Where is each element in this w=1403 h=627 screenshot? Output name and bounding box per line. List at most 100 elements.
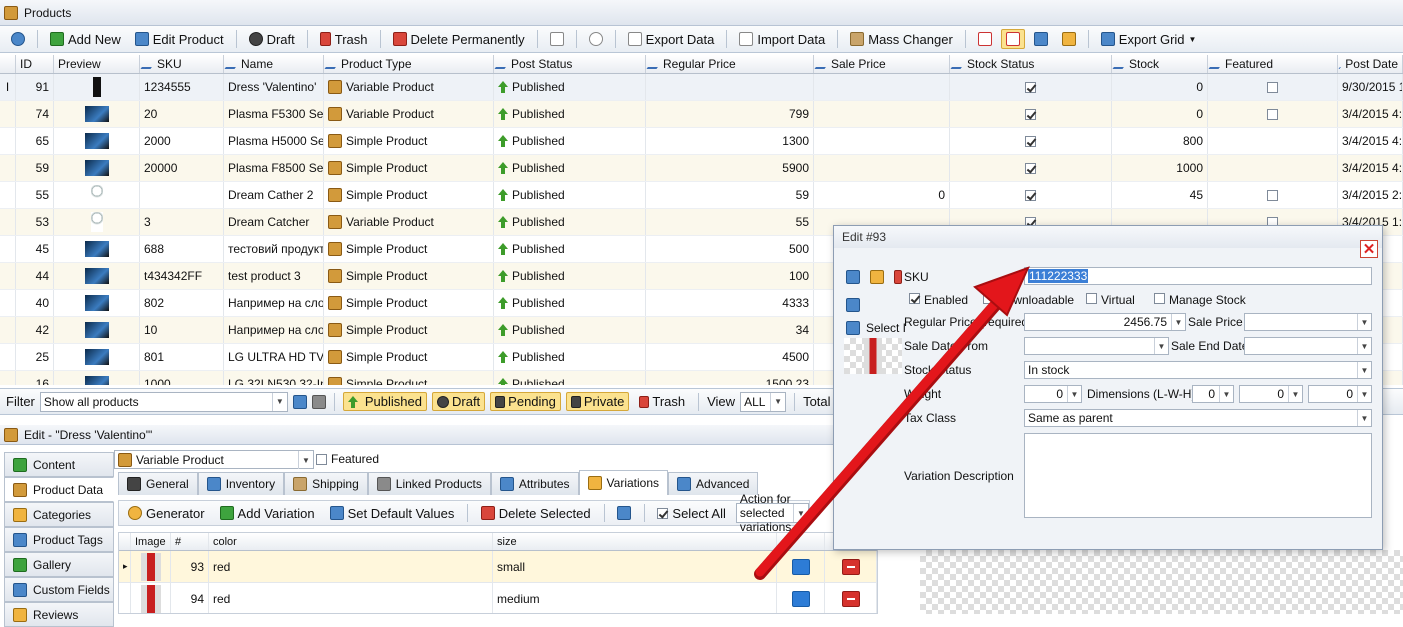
table-cell[interactable]	[54, 317, 140, 343]
table-cell[interactable]	[140, 182, 224, 208]
column-header-stock[interactable]: Stock	[1112, 55, 1208, 73]
column-header-name[interactable]: Name	[224, 55, 324, 73]
table-cell[interactable]: 40	[16, 290, 54, 316]
tab-inventory[interactable]: Inventory	[197, 472, 285, 495]
table-cell[interactable]: Published	[494, 101, 646, 127]
column-header-sku[interactable]: SKU	[140, 55, 224, 73]
table-cell[interactable]: 801	[140, 344, 224, 370]
variation-cell[interactable]: ▸	[119, 551, 131, 582]
table-cell[interactable]	[54, 128, 140, 154]
table-cell[interactable]	[1208, 101, 1338, 127]
featured-checkbox[interactable]: Featured	[316, 452, 379, 466]
table-cell[interactable]	[54, 74, 140, 100]
table-cell[interactable]: Например на словс	[224, 290, 324, 316]
select-image-icon[interactable]	[846, 321, 860, 335]
side-tab-custom-fields[interactable]: Custom Fields	[4, 577, 114, 602]
copy-icon[interactable]	[846, 270, 860, 284]
table-cell[interactable]	[950, 155, 1112, 181]
delete-icon[interactable]	[894, 270, 902, 284]
column-header-regular-price[interactable]: Regular Price	[646, 55, 814, 73]
close-button[interactable]: ✕	[1360, 240, 1378, 258]
set-image-icon[interactable]	[846, 298, 860, 312]
columns-button[interactable]	[545, 29, 569, 49]
variation-cell[interactable]: medium	[493, 583, 777, 613]
table-cell[interactable]	[0, 128, 16, 154]
table-cell[interactable]	[0, 236, 16, 262]
table-row[interactable]: I 91 1234555 Dress 'Valentino' Variable Prod…	[0, 74, 1403, 101]
bulk-action-select[interactable]: Action for selected variations ▼	[735, 492, 809, 534]
table-cell[interactable]	[814, 155, 950, 181]
trash-button[interactable]: Trash	[315, 29, 373, 50]
stock-status-select[interactable]: In stock ▼	[1024, 361, 1372, 379]
table-cell[interactable]: Simple Product	[324, 155, 494, 181]
variation-cell[interactable]	[777, 583, 825, 613]
stock_status-checkbox[interactable]	[1025, 162, 1036, 174]
delete-variation-button[interactable]	[841, 590, 860, 607]
table-cell[interactable]: 3/4/2015 4:09	[1338, 155, 1403, 181]
table-cell[interactable]	[54, 290, 140, 316]
table-cell[interactable]	[0, 290, 16, 316]
stock_status-checkbox[interactable]	[1025, 189, 1036, 201]
table-cell[interactable]	[0, 263, 16, 289]
featured-check[interactable]	[316, 453, 327, 465]
table-cell[interactable]: 802	[140, 290, 224, 316]
table-cell[interactable]: Simple Product	[324, 290, 494, 316]
table-cell[interactable]: 1000	[1112, 155, 1208, 181]
regular-price-input[interactable]: 2456.75 ▼	[1024, 313, 1186, 331]
side-tab-product-tags[interactable]: Product Tags	[4, 527, 114, 552]
column-header-indicator[interactable]	[0, 55, 16, 73]
table-cell[interactable]	[814, 128, 950, 154]
tax-class-select[interactable]: Same as parent ▼	[1024, 409, 1372, 427]
side-tab-product-data[interactable]: Product Data	[4, 477, 114, 502]
table-cell[interactable]: 20	[140, 101, 224, 127]
length-input[interactable]: 0 ▼	[1192, 385, 1234, 403]
table-cell[interactable]: Published	[494, 236, 646, 262]
tab-variations[interactable]: Variations	[578, 470, 669, 495]
table-cell[interactable]: Plasma F5300 Series	[224, 101, 324, 127]
fit-rows-button[interactable]	[973, 29, 997, 49]
downloadable-checkbox[interactable]	[983, 293, 994, 304]
table-cell[interactable]: LG 32LN530 32-Inc	[224, 371, 324, 385]
tree-button[interactable]	[1057, 29, 1081, 49]
table-cell[interactable]: Simple Product	[324, 263, 494, 289]
table-cell[interactable]: 688	[140, 236, 224, 262]
side-tab-content[interactable]: Content	[4, 452, 114, 477]
variation-cell[interactable]: small	[493, 551, 777, 582]
fit-columns-button[interactable]	[1000, 29, 1025, 49]
column-header-featured[interactable]: Featured	[1208, 55, 1338, 73]
table-cell[interactable]: 10	[140, 317, 224, 343]
folder-icon[interactable]	[870, 270, 884, 284]
filter-select[interactable]: Show all products ▼	[39, 391, 288, 412]
table-cell[interactable]: Например на словс	[224, 317, 324, 343]
table-cell[interactable]	[950, 101, 1112, 127]
variation-cell[interactable]	[825, 583, 877, 613]
table-cell[interactable]	[814, 74, 950, 100]
table-cell[interactable]: I	[0, 74, 16, 100]
table-cell[interactable]: 45	[16, 236, 54, 262]
import-data-button[interactable]: Import Data	[734, 29, 830, 50]
table-cell[interactable]: Published	[494, 74, 646, 100]
variation-cell[interactable]	[825, 551, 877, 582]
table-cell[interactable]: 4500	[646, 344, 814, 370]
stock_status-checkbox[interactable]	[1025, 108, 1036, 120]
table-cell[interactable]: Dream Catcher	[224, 209, 324, 235]
table-cell[interactable]	[54, 155, 140, 181]
export-data-button[interactable]: Export Data	[623, 29, 720, 50]
table-cell[interactable]	[54, 371, 140, 385]
stock_status-checkbox[interactable]	[1025, 135, 1036, 147]
table-cell[interactable]: 4333	[646, 290, 814, 316]
table-cell[interactable]	[0, 344, 16, 370]
table-cell[interactable]: Published	[494, 317, 646, 343]
tab-attributes[interactable]: Attributes	[490, 472, 579, 495]
filter-variations-button[interactable]	[612, 503, 636, 523]
sale-end-input[interactable]: ▼	[1244, 337, 1372, 355]
table-cell[interactable]: 74	[16, 101, 54, 127]
table-cell[interactable]: 1234555	[140, 74, 224, 100]
variation-row[interactable]: 94 red medium	[119, 583, 877, 613]
table-cell[interactable]: 0	[814, 182, 950, 208]
table-cell[interactable]: 91	[16, 74, 54, 100]
table-cell[interactable]: 55	[16, 182, 54, 208]
table-cell[interactable]: Plasma H5000 Series	[224, 128, 324, 154]
table-cell[interactable]: LG ULTRA HD TV 65	[224, 344, 324, 370]
table-cell[interactable]: Published	[494, 155, 646, 181]
